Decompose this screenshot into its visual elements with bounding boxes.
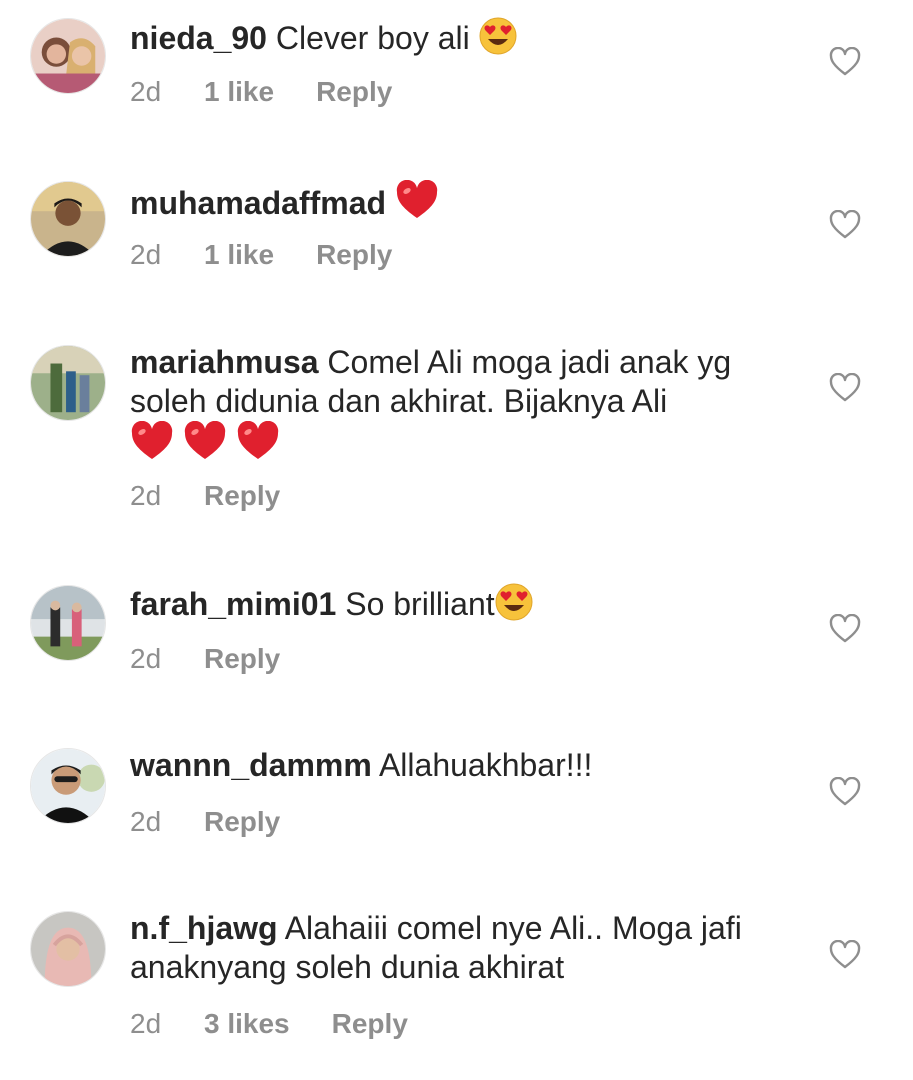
heart-eyes-emoji-icon — [479, 17, 517, 64]
comment-username[interactable]: mariahmusa — [130, 344, 319, 380]
comment-likes[interactable]: 1 like — [204, 76, 274, 108]
comment-body: So brilliant — [345, 586, 495, 622]
comment-username[interactable]: n.f_hjawg — [130, 910, 278, 946]
reply-button[interactable]: Reply — [316, 76, 392, 108]
comment-meta: 2d Reply — [130, 480, 280, 512]
red-heart-emoji-icon — [130, 420, 174, 470]
comment-likes[interactable]: 1 like — [204, 239, 274, 271]
comment-username[interactable]: farah_mimi01 — [130, 586, 336, 622]
comment-time: 2d — [130, 643, 162, 674]
comment-text-block: mariahmusa Comel Ali moga jadi anak yg s… — [130, 343, 790, 470]
comment-username[interactable]: muhamadaffmad — [130, 185, 386, 221]
like-heart-icon[interactable] — [829, 777, 861, 807]
avatar-photo-icon — [31, 912, 105, 986]
comment-meta: 2d 1 like Reply — [130, 239, 392, 271]
like-heart-icon[interactable] — [829, 614, 861, 644]
avatar[interactable] — [30, 181, 106, 257]
avatar[interactable] — [30, 585, 106, 661]
comment-time: 2d — [130, 480, 162, 511]
avatar[interactable] — [30, 748, 106, 824]
comment-time: 2d — [130, 239, 162, 270]
comment-body: Clever boy ali — [275, 20, 470, 56]
red-heart-emoji-icon — [183, 420, 227, 470]
avatar-photo-icon — [31, 182, 105, 256]
avatar-photo-icon — [31, 586, 105, 660]
avatar[interactable] — [30, 345, 106, 421]
comment-meta: 2d 1 like Reply — [130, 76, 392, 108]
comment-time: 2d — [130, 1008, 162, 1039]
like-heart-icon[interactable] — [829, 47, 861, 77]
reply-button[interactable]: Reply — [204, 643, 280, 675]
avatar[interactable] — [30, 911, 106, 987]
like-heart-icon[interactable] — [829, 210, 861, 240]
comment-meta: 2d Reply — [130, 806, 280, 838]
avatar-photo-icon — [31, 19, 105, 93]
red-heart-emoji-icon — [236, 420, 280, 470]
comment-text-block: nieda_90 Clever boy ali — [130, 17, 790, 64]
avatar[interactable] — [30, 18, 106, 94]
avatar-photo-icon — [31, 346, 105, 420]
reply-button[interactable]: Reply — [332, 1008, 408, 1040]
comment-text-block: n.f_hjawg Alahaiii comel nye Ali.. Moga … — [130, 909, 790, 987]
comment-meta: 2d Reply — [130, 643, 280, 675]
comment-likes[interactable]: 3 likes — [204, 1008, 290, 1040]
like-heart-icon[interactable] — [829, 940, 861, 970]
comment-text-block: wannn_dammm Allahuakhbar!!! — [130, 746, 790, 785]
comment-meta: 2d 3 likes Reply — [130, 1008, 408, 1040]
comment-username[interactable]: nieda_90 — [130, 20, 267, 56]
reply-button[interactable]: Reply — [204, 480, 280, 512]
comment-text-block: farah_mimi01 So brilliant — [130, 583, 790, 630]
like-heart-icon[interactable] — [829, 373, 861, 403]
avatar-photo-icon — [31, 749, 105, 823]
reply-button[interactable]: Reply — [316, 239, 392, 271]
comment-username[interactable]: wannn_dammm — [130, 747, 372, 783]
reply-button[interactable]: Reply — [204, 806, 280, 838]
comment-body: Allahuakhbar!!! — [378, 747, 593, 783]
comment-text-block: muhamadaffmad — [130, 179, 790, 229]
comment-time: 2d — [130, 76, 162, 107]
comment-time: 2d — [130, 806, 162, 837]
heart-eyes-emoji-icon — [495, 583, 533, 630]
red-heart-emoji-icon — [395, 179, 439, 229]
